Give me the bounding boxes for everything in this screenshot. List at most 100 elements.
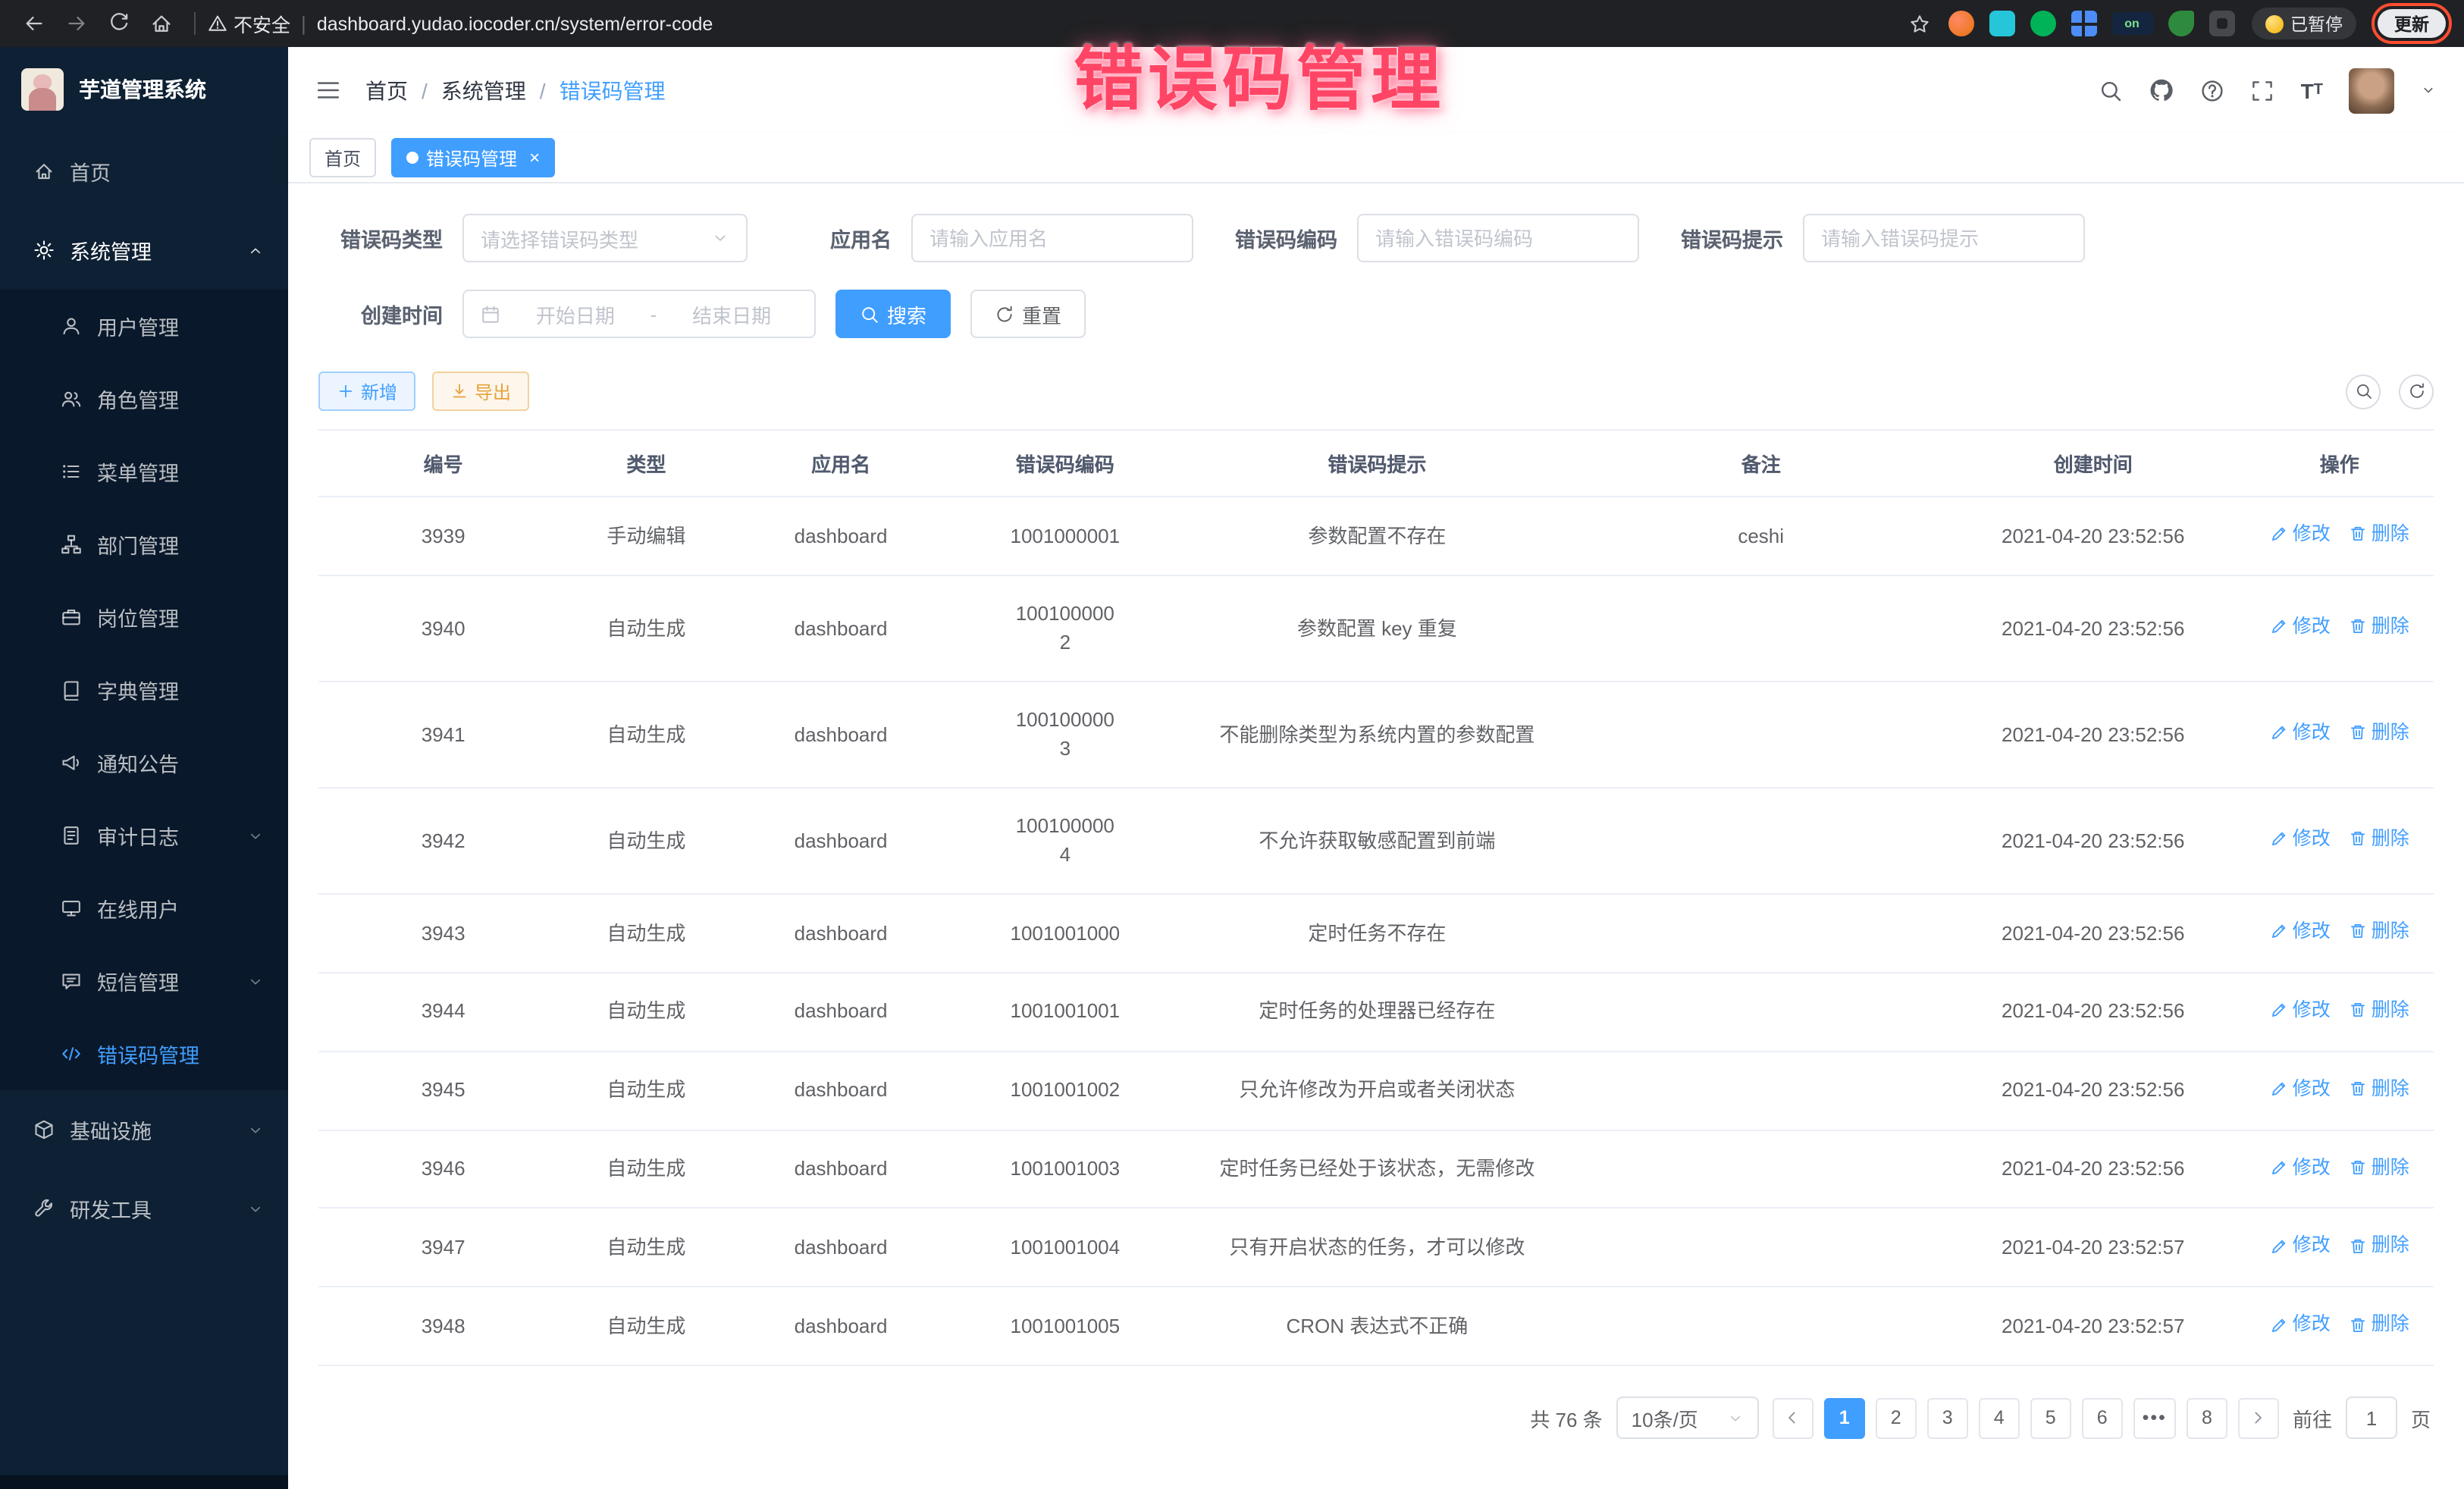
app-name-input[interactable] xyxy=(911,214,1193,262)
page-button-5[interactable]: 5 xyxy=(2030,1397,2071,1438)
delete-link[interactable]: 删除 xyxy=(2349,719,2409,748)
sidebar-item-user[interactable]: 用户管理 xyxy=(0,290,288,362)
browser-back-icon[interactable] xyxy=(15,5,52,42)
sidebar-item-online-user[interactable]: 在线用户 xyxy=(0,872,288,945)
date-range-picker[interactable]: 开始日期 - 结束日期 xyxy=(462,290,816,338)
delete-link[interactable]: 删除 xyxy=(2349,613,2409,641)
browser-forward-icon[interactable] xyxy=(58,5,94,42)
edit-link[interactable]: 修改 xyxy=(2270,1153,2331,1182)
edit-link[interactable]: 修改 xyxy=(2270,1074,2331,1103)
sidebar-item-menu[interactable]: 菜单管理 xyxy=(0,435,288,508)
github-icon[interactable] xyxy=(2149,77,2175,103)
page-button-2[interactable]: 2 xyxy=(1876,1397,1917,1438)
sidebar-item-notice[interactable]: 通知公告 xyxy=(0,726,288,799)
error-code-input[interactable] xyxy=(1357,214,1639,262)
page-size-select[interactable]: 10条/页 xyxy=(1616,1397,1759,1439)
delete-link[interactable]: 删除 xyxy=(2349,996,2409,1025)
edit-link[interactable]: 修改 xyxy=(2270,520,2331,549)
edit-link[interactable]: 修改 xyxy=(2270,719,2331,748)
sidebar-item-sms[interactable]: 短信管理 xyxy=(0,945,288,1017)
more-pages-button[interactable]: ••• xyxy=(2133,1397,2176,1438)
cell-type: 自动生成 xyxy=(568,1051,724,1130)
edit-link[interactable]: 修改 xyxy=(2270,1232,2331,1261)
extension-red-icon[interactable] xyxy=(1948,11,1973,36)
breadcrumb-item[interactable]: 首页 xyxy=(365,75,408,105)
fullscreen-icon[interactable] xyxy=(2251,78,2275,102)
extension-leaf-icon[interactable] xyxy=(2168,11,2193,36)
delete-link[interactable]: 删除 xyxy=(2349,1232,2409,1261)
sidebar-item-post[interactable]: 岗位管理 xyxy=(0,581,288,654)
page-button-3[interactable]: 3 xyxy=(1927,1397,1968,1438)
sidebar-item-home[interactable]: 首页 xyxy=(0,132,288,211)
font-size-icon[interactable]: TT xyxy=(2301,78,2323,102)
export-button[interactable]: 导出 xyxy=(432,371,529,411)
edit-link[interactable]: 修改 xyxy=(2270,1311,2331,1340)
close-tab-icon[interactable]: × xyxy=(529,149,540,167)
edit-link[interactable]: 修改 xyxy=(2270,917,2331,946)
refresh-icon xyxy=(995,304,1014,324)
browser-home-icon[interactable] xyxy=(143,5,179,42)
annotation-overlay-title: 错误码管理 xyxy=(1074,24,1445,124)
select-placeholder: 请选择错误码类型 xyxy=(481,224,638,252)
help-icon[interactable] xyxy=(2201,78,2225,102)
header-search-icon[interactable] xyxy=(2099,78,2124,102)
error-type-select[interactable]: 请选择错误码类型 xyxy=(462,214,748,262)
menu-item-label: 错误码管理 xyxy=(97,1039,199,1069)
security-label[interactable]: 不安全 xyxy=(234,9,290,38)
sidebar-item-dict[interactable]: 字典管理 xyxy=(0,654,288,726)
tab-error-code[interactable]: 错误码管理× xyxy=(391,138,555,177)
toggle-search-icon[interactable] xyxy=(2346,374,2381,409)
delete-link[interactable]: 删除 xyxy=(2349,825,2409,854)
refresh-table-icon[interactable] xyxy=(2399,374,2434,409)
col-hint: 错误码提示 xyxy=(1173,430,1581,497)
header-actions: TT xyxy=(2099,67,2437,113)
page-button-6[interactable]: 6 xyxy=(2082,1397,2123,1438)
edit-link[interactable]: 修改 xyxy=(2270,613,2331,641)
user-avatar[interactable] xyxy=(2349,67,2394,113)
browser-reload-icon[interactable] xyxy=(100,5,136,42)
sidebar-item-system[interactable]: 系统管理 xyxy=(0,211,288,290)
sidebar-item-audit-log[interactable]: 审计日志 xyxy=(0,799,288,872)
address-url[interactable]: dashboard.yudao.iocoder.cn/system/error-… xyxy=(317,13,713,34)
page-button-4[interactable]: 4 xyxy=(1979,1397,2020,1438)
edit-link[interactable]: 修改 xyxy=(2270,825,2331,854)
sidebar-item-devtools[interactable]: 研发工具 xyxy=(0,1169,288,1248)
sidebar-item-error-code[interactable]: 错误码管理 xyxy=(0,1017,288,1090)
extension-grid-icon[interactable] xyxy=(2071,11,2096,36)
delete-link[interactable]: 删除 xyxy=(2349,917,2409,946)
sidebar-item-dept[interactable]: 部门管理 xyxy=(0,508,288,581)
page-button-8[interactable]: 8 xyxy=(2187,1397,2227,1438)
delete-link[interactable]: 删除 xyxy=(2349,1153,2409,1182)
prev-page-button[interactable] xyxy=(1773,1397,1814,1438)
cell-hint: CRON 表达式不正确 xyxy=(1173,1287,1581,1366)
error-hint-input[interactable] xyxy=(1803,214,2085,262)
page-button-1[interactable]: 1 xyxy=(1824,1397,1865,1438)
search-button[interactable]: 搜索 xyxy=(835,290,951,338)
app-logo[interactable]: 芋道管理系统 xyxy=(0,47,288,132)
edit-link[interactable]: 修改 xyxy=(2270,996,2331,1025)
extension-on-switch-icon[interactable]: on xyxy=(2111,12,2152,35)
delete-link[interactable]: 删除 xyxy=(2349,1074,2409,1103)
reset-button[interactable]: 重置 xyxy=(970,290,1086,338)
extension-green-icon[interactable] xyxy=(2030,11,2055,36)
cell-time: 2021-04-20 23:52:56 xyxy=(1941,682,2246,788)
tab-home[interactable]: 首页 xyxy=(309,138,376,177)
next-page-button[interactable] xyxy=(2238,1397,2279,1438)
delete-link[interactable]: 删除 xyxy=(2349,1311,2409,1340)
breadcrumb-item[interactable]: 系统管理 xyxy=(441,75,526,105)
user-dropdown-caret-icon[interactable] xyxy=(2420,82,2437,99)
sidebar-item-infra[interactable]: 基础设施 xyxy=(0,1090,288,1169)
profile-paused-badge[interactable]: 已暂停 xyxy=(2251,8,2356,39)
cell-hint: 定时任务已经处于该状态，无需修改 xyxy=(1173,1130,1581,1208)
sidebar-collapse-icon[interactable] xyxy=(315,77,341,103)
add-button[interactable]: 新增 xyxy=(318,371,415,411)
breadcrumb-item[interactable]: 错误码管理 xyxy=(560,75,666,105)
extension-teal-icon[interactable] xyxy=(1989,11,2014,36)
bookmark-star-icon[interactable] xyxy=(1901,5,1937,42)
browser-update-button[interactable]: 更新 xyxy=(2378,9,2446,38)
box-icon xyxy=(33,1119,55,1140)
extensions-puzzle-icon[interactable] xyxy=(2209,11,2234,36)
sidebar-item-role[interactable]: 角色管理 xyxy=(0,362,288,435)
goto-page-input[interactable] xyxy=(2346,1397,2397,1439)
delete-link[interactable]: 删除 xyxy=(2349,520,2409,549)
